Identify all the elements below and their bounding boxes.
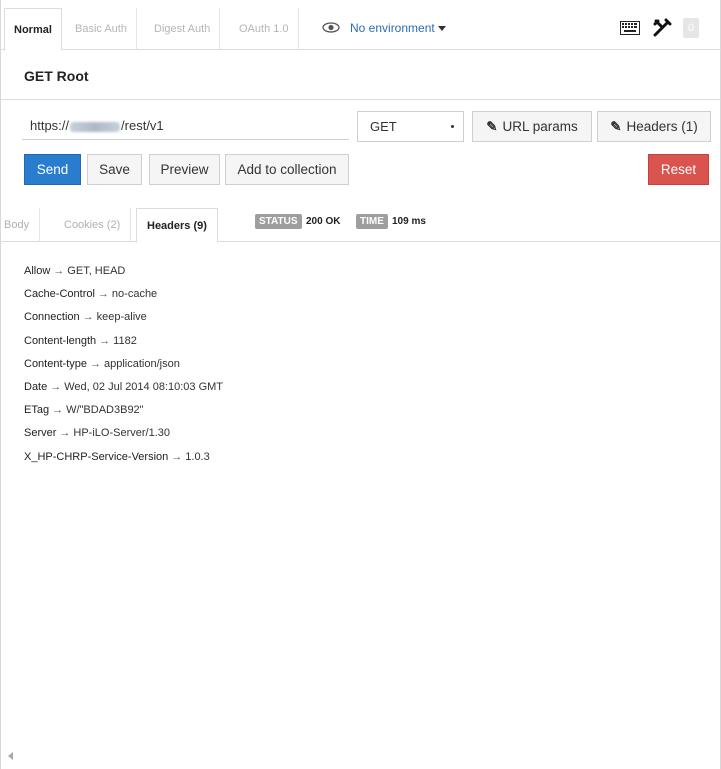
header-value: keep-alive [96, 311, 147, 324]
keyboard-icon[interactable] [620, 21, 640, 38]
preview-button[interactable]: Preview [149, 154, 220, 185]
settings-wrench-icon[interactable] [652, 18, 672, 42]
url-params-button[interactable]: ✎ URL params [472, 111, 592, 142]
header-value: 1.0.3 [185, 450, 210, 463]
header-value: W/"BDAD3B92" [66, 404, 144, 417]
edit-icon: ✎ [486, 119, 498, 134]
status-value: 200 OK [306, 216, 341, 227]
count-badge[interactable]: 0 [683, 18, 699, 38]
method-select[interactable]: GET [357, 111, 464, 142]
environment-selector[interactable]: No environment [322, 8, 446, 50]
eye-icon [322, 9, 340, 49]
add-to-collection-button[interactable]: Add to collection [225, 154, 349, 185]
arrow-icon: → [52, 404, 64, 417]
time-value: 109 ms [392, 216, 426, 227]
header-row: Content-length → 1182 [24, 334, 223, 357]
header-row: ETag → W/"BDAD3B92" [24, 403, 223, 426]
tab-headers[interactable]: Headers (9) [136, 208, 218, 243]
header-key: Allow [24, 265, 51, 277]
scroll-left-arrow-icon[interactable] [8, 752, 13, 760]
redacted-host [70, 121, 121, 132]
reset-button[interactable]: Reset [648, 154, 709, 185]
url-prefix: https:// [30, 118, 70, 133]
tab-basic-auth[interactable]: Basic Auth [66, 8, 137, 50]
time-badge: TIME [356, 214, 388, 229]
status-badge: STATUS [255, 214, 302, 229]
response-headers-list: Allow → GET, HEAD Cache-Control → no-cache C… [24, 264, 223, 473]
tab-digest-auth[interactable]: Digest Auth [145, 8, 221, 50]
url-input[interactable]: https:// /rest/v1 [22, 111, 349, 140]
header-row: Allow → GET, HEAD [24, 264, 223, 287]
header-row: Connection → keep-alive [24, 310, 223, 333]
headers-button[interactable]: ✎ Headers (1) [597, 111, 711, 142]
arrow-icon: → [53, 265, 65, 277]
header-row: X_HP-CHRP-Service-Version → 1.0.3 [24, 450, 223, 473]
environment-label: No environment [350, 21, 435, 35]
arrow-icon: → [59, 427, 71, 440]
header-value: no-cache [111, 288, 158, 301]
header-value: application/json [103, 357, 180, 370]
arrow-icon: → [50, 380, 62, 393]
method-value: GET [370, 119, 397, 134]
select-arrow-icon [451, 125, 454, 128]
header-key: Server [24, 427, 57, 440]
arrow-icon: → [99, 334, 111, 347]
chevron-down-icon [437, 26, 446, 32]
header-row: Server → HP-iLO-Server/1.30 [24, 426, 223, 449]
tab-oauth[interactable]: OAuth 1.0 [230, 8, 299, 50]
header-row: Content-type → application/json [24, 357, 223, 380]
auth-tab-bar: Normal Basic Auth Digest Auth OAuth 1.0 … [0, 8, 721, 51]
arrow-icon: → [82, 311, 94, 324]
header-value: Wed, 02 Jul 2014 08:10:03 GMT [64, 380, 224, 393]
header-row: Date → Wed, 02 Jul 2014 08:10:03 GMT [24, 380, 223, 403]
divider [0, 99, 721, 100]
url-suffix: /rest/v1 [121, 118, 164, 133]
header-value: GET, HEAD [67, 265, 126, 277]
arrow-icon: → [89, 357, 101, 370]
edit-icon: ✎ [610, 119, 622, 134]
header-key: Date [24, 380, 48, 393]
url-params-label: URL params [502, 119, 578, 134]
header-key: Content-length [24, 334, 97, 347]
header-key: ETag [24, 404, 50, 417]
save-button[interactable]: Save [87, 154, 142, 185]
header-key: X_HP-CHRP-Service-Version [24, 450, 169, 463]
tab-cookies[interactable]: Cookies (2) [54, 208, 132, 242]
header-key: Cache-Control [24, 288, 95, 301]
header-key: Content-type [24, 357, 87, 370]
header-key: Connection [24, 311, 80, 324]
request-title: GET Root [24, 68, 89, 84]
headers-label: Headers (1) [626, 119, 698, 134]
send-button[interactable]: Send [24, 154, 81, 185]
header-row: Cache-Control → no-cache [24, 287, 223, 310]
header-value: HP-iLO-Server/1.30 [73, 427, 170, 440]
tab-normal[interactable]: Normal [4, 8, 62, 51]
arrow-icon: → [97, 288, 109, 301]
arrow-icon: → [171, 450, 183, 463]
header-value: 1182 [113, 334, 137, 347]
tab-body[interactable]: Body [0, 208, 41, 242]
